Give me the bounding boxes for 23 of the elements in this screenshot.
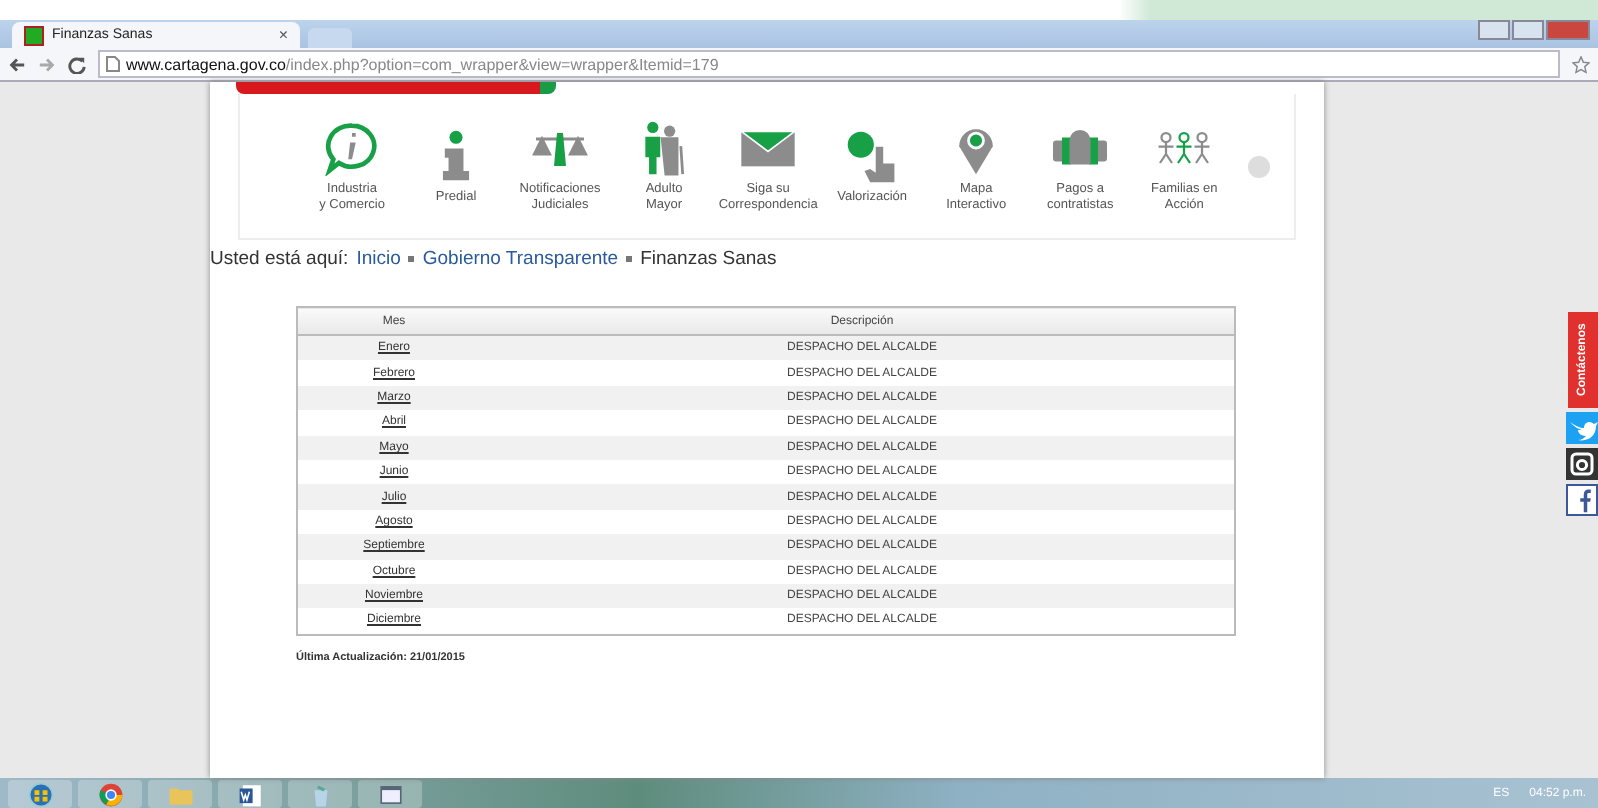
breadcrumb-current: Finanzas Sanas: [640, 248, 777, 270]
info-icon: [322, 119, 382, 176]
browser-icon[interactable]: [97, 781, 123, 807]
maximize-button[interactable]: [1512, 20, 1544, 40]
breadcrumb-link[interactable]: Inicio: [356, 248, 401, 270]
breadcrumb-link[interactable]: Gobierno Transparente: [422, 248, 619, 270]
breadcrumb-label: Usted está aquí:: [210, 248, 349, 270]
reload-icon[interactable]: [68, 55, 86, 73]
camera-icon[interactable]: [1566, 448, 1598, 480]
star-icon[interactable]: [1572, 55, 1590, 73]
start-orb-icon[interactable]: [27, 781, 53, 807]
address-field[interactable]: www.cartagena.gov.co/index.php?option=com_wrapper&view=wrapper&Itemid=179: [98, 50, 1560, 78]
breadcrumb-separator-icon: [626, 256, 633, 262]
page-icon: [106, 56, 120, 72]
word-document-icon[interactable]: [237, 781, 263, 807]
tab-close-button[interactable]: ×: [278, 26, 288, 44]
minimize-button[interactable]: [1478, 20, 1510, 40]
window-icon[interactable]: [377, 781, 403, 807]
site-favicon-icon: [24, 25, 44, 45]
facebook-icon[interactable]: [1566, 484, 1598, 516]
back-icon[interactable]: [8, 55, 26, 73]
breadcrumb-separator-icon: [408, 256, 415, 262]
forward-icon[interactable]: [38, 55, 56, 73]
